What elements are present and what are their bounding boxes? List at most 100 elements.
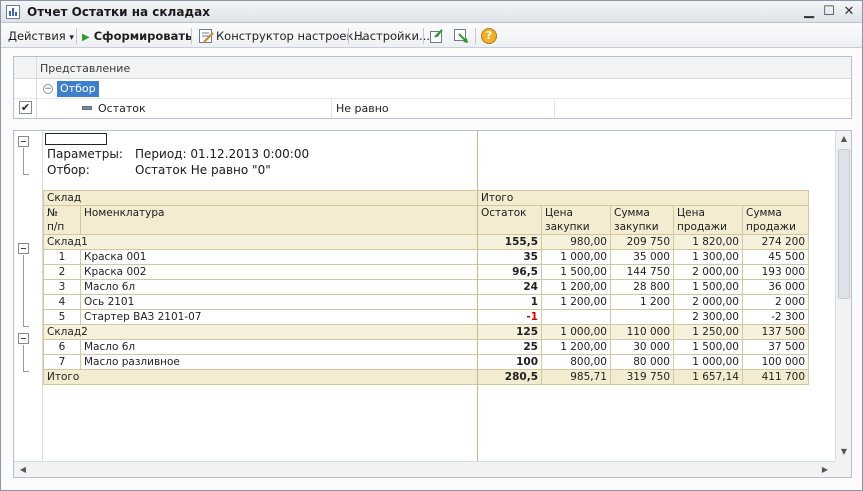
row-purchase-price: 1 000,00 (541, 249, 611, 265)
row-balance: 24 (477, 279, 542, 295)
params-label: Параметры: (47, 147, 123, 161)
warehouse-header: Склад (43, 190, 478, 206)
filter-enabled-checkbox[interactable]: ✔ (19, 101, 32, 114)
row-purchase-sum (610, 309, 674, 325)
row-balance: 25 (477, 339, 542, 355)
report-app-icon (6, 5, 20, 19)
row-number: 3 (43, 279, 81, 295)
group-sale-price: 1 820,00 (673, 234, 743, 250)
actions-menu[interactable]: Действия ▾ (8, 28, 74, 44)
group-name: Склад2 (43, 324, 478, 340)
row-sale-price: 1 000,00 (673, 354, 743, 370)
constructor-icon (199, 29, 214, 43)
row-sale-price: 2 000,00 (673, 294, 743, 310)
sale-sum-header-line1: Сумма (746, 207, 782, 219)
toolbar-divider (76, 28, 77, 44)
purchase-price-header: Цена закупки (541, 205, 611, 235)
actions-label: Действия (8, 29, 66, 43)
vertical-scroll-thumb[interactable] (838, 149, 850, 299)
filter-text: Остаток Не равно "0" (135, 163, 271, 177)
table-row: 5 Стартер ВАЗ 2101-07 -1 2 300,00 -2 300 (43, 309, 809, 325)
table-row: 3 Масло 6л 24 1 200,00 28 800 1 500,00 36 000 (43, 279, 809, 295)
toolbar-divider (191, 28, 192, 44)
row-sale-price: 2 300,00 (673, 309, 743, 325)
filter-group-label[interactable]: Отбор (57, 81, 99, 97)
row-purchase-sum: 1 200 (610, 294, 674, 310)
group-line (23, 345, 24, 371)
generate-button[interactable]: ▶ Сформировать (82, 28, 192, 44)
collapse-icon[interactable] (18, 243, 29, 254)
scroll-corner (835, 461, 851, 477)
help-icon[interactable]: ? (481, 28, 497, 44)
title-bar: Отчет Остатки на складах ▁ ☐ ✕ (1, 1, 862, 23)
save-settings-icon[interactable] (453, 28, 469, 44)
row-purchase-sum: 144 750 (610, 264, 674, 280)
maximize-icon[interactable]: ☐ (821, 4, 837, 20)
sale-price-header: Цена продажи (673, 205, 743, 235)
row-purchase-sum: 28 800 (610, 279, 674, 295)
row-number-header-line2: п/п (47, 221, 65, 233)
sale-sum-header-line2: продажи (746, 221, 796, 233)
purchase-sum-header-line2: закупки (614, 221, 659, 233)
scroll-up-icon[interactable]: ▲ (836, 131, 851, 147)
purchase-sum-header: Сумма закупки (610, 205, 674, 235)
filter-row[interactable]: ✔ Остаток Не равно (14, 99, 851, 118)
row-purchase-price: 1 200,00 (541, 294, 611, 310)
close-icon[interactable]: ✕ (841, 4, 857, 20)
row-purchase-sum: 30 000 (610, 339, 674, 355)
report-table: Склад Итого № п/п Номенклатура Остаток Цена зак… (43, 190, 809, 385)
settings-button[interactable]: Настройки... (354, 28, 430, 44)
settings-header-label: Представление (40, 62, 131, 75)
table-row: 4 Ось 2101 1 1 200,00 1 200 2 000,00 2 000 (43, 294, 809, 310)
grand-total-purchase-price: 985,71 (541, 369, 611, 385)
scroll-down-icon[interactable]: ▼ (836, 444, 851, 460)
filter-field[interactable]: Остаток (98, 102, 146, 115)
report-header-box (45, 133, 107, 145)
scroll-left-icon[interactable]: ◀ (15, 462, 31, 477)
grand-total-balance: 280,5 (477, 369, 542, 385)
report-area[interactable]: Параметры: Период: 01.12.2013 0:00:00 От… (13, 130, 852, 478)
row-sale-sum: 36 000 (742, 279, 809, 295)
table-row: 2 Краска 002 96,5 1 500,00 144 750 2 000,00 19… (43, 264, 809, 280)
row-sale-sum: -2 300 (742, 309, 809, 325)
minimize-icon[interactable]: ▁ (801, 4, 817, 20)
group-purchase-price: 1 000,00 (541, 324, 611, 340)
collapse-icon[interactable]: − (43, 84, 53, 94)
collapse-icon[interactable] (18, 136, 29, 147)
grand-total-purchase-sum: 319 750 (610, 369, 674, 385)
group-line (23, 326, 29, 327)
load-settings-icon[interactable] (429, 28, 445, 44)
item-name: Масло разливное (80, 354, 478, 370)
table-header-row: № п/п Номенклатура Остаток Цена закупки Сумма з… (43, 205, 809, 235)
row-balance: 35 (477, 249, 542, 265)
horizontal-scrollbar[interactable]: ◀ ▶ (14, 461, 835, 477)
row-sale-sum: 100 000 (742, 354, 809, 370)
filter-condition[interactable]: Не равно (336, 102, 389, 115)
group-line (23, 174, 29, 175)
sale-sum-header: Сумма продажи (742, 205, 809, 235)
sale-price-header-line2: продажи (677, 221, 727, 233)
group-balance: 155,5 (477, 234, 542, 250)
row-number: 4 (43, 294, 81, 310)
row-number-header: № п/п (43, 205, 81, 235)
row-balance: -1 (477, 309, 542, 325)
scroll-right-icon[interactable]: ▶ (817, 462, 833, 477)
collapse-icon[interactable] (18, 333, 29, 344)
filter-group-row[interactable]: − Отбор (14, 80, 851, 99)
group-name: Склад1 (43, 234, 478, 250)
group-purchase-sum: 110 000 (610, 324, 674, 340)
column-divider (477, 131, 478, 461)
report-window: Отчет Остатки на складах ▁ ☐ ✕ Действия … (0, 0, 863, 491)
group-line (23, 255, 24, 326)
chevron-down-icon: ▾ (69, 33, 74, 43)
row-number-header-line1: № (47, 207, 58, 219)
row-sale-sum: 45 500 (742, 249, 809, 265)
total-header: Итого (477, 190, 809, 206)
vertical-scrollbar[interactable]: ▲ ▼ (835, 131, 851, 461)
group-purchase-price: 980,00 (541, 234, 611, 250)
row-purchase-sum: 35 000 (610, 249, 674, 265)
constructor-button[interactable]: Конструктор настроек... (216, 28, 364, 44)
row-number: 1 (43, 249, 81, 265)
group-purchase-sum: 209 750 (610, 234, 674, 250)
row-sale-sum: 193 000 (742, 264, 809, 280)
